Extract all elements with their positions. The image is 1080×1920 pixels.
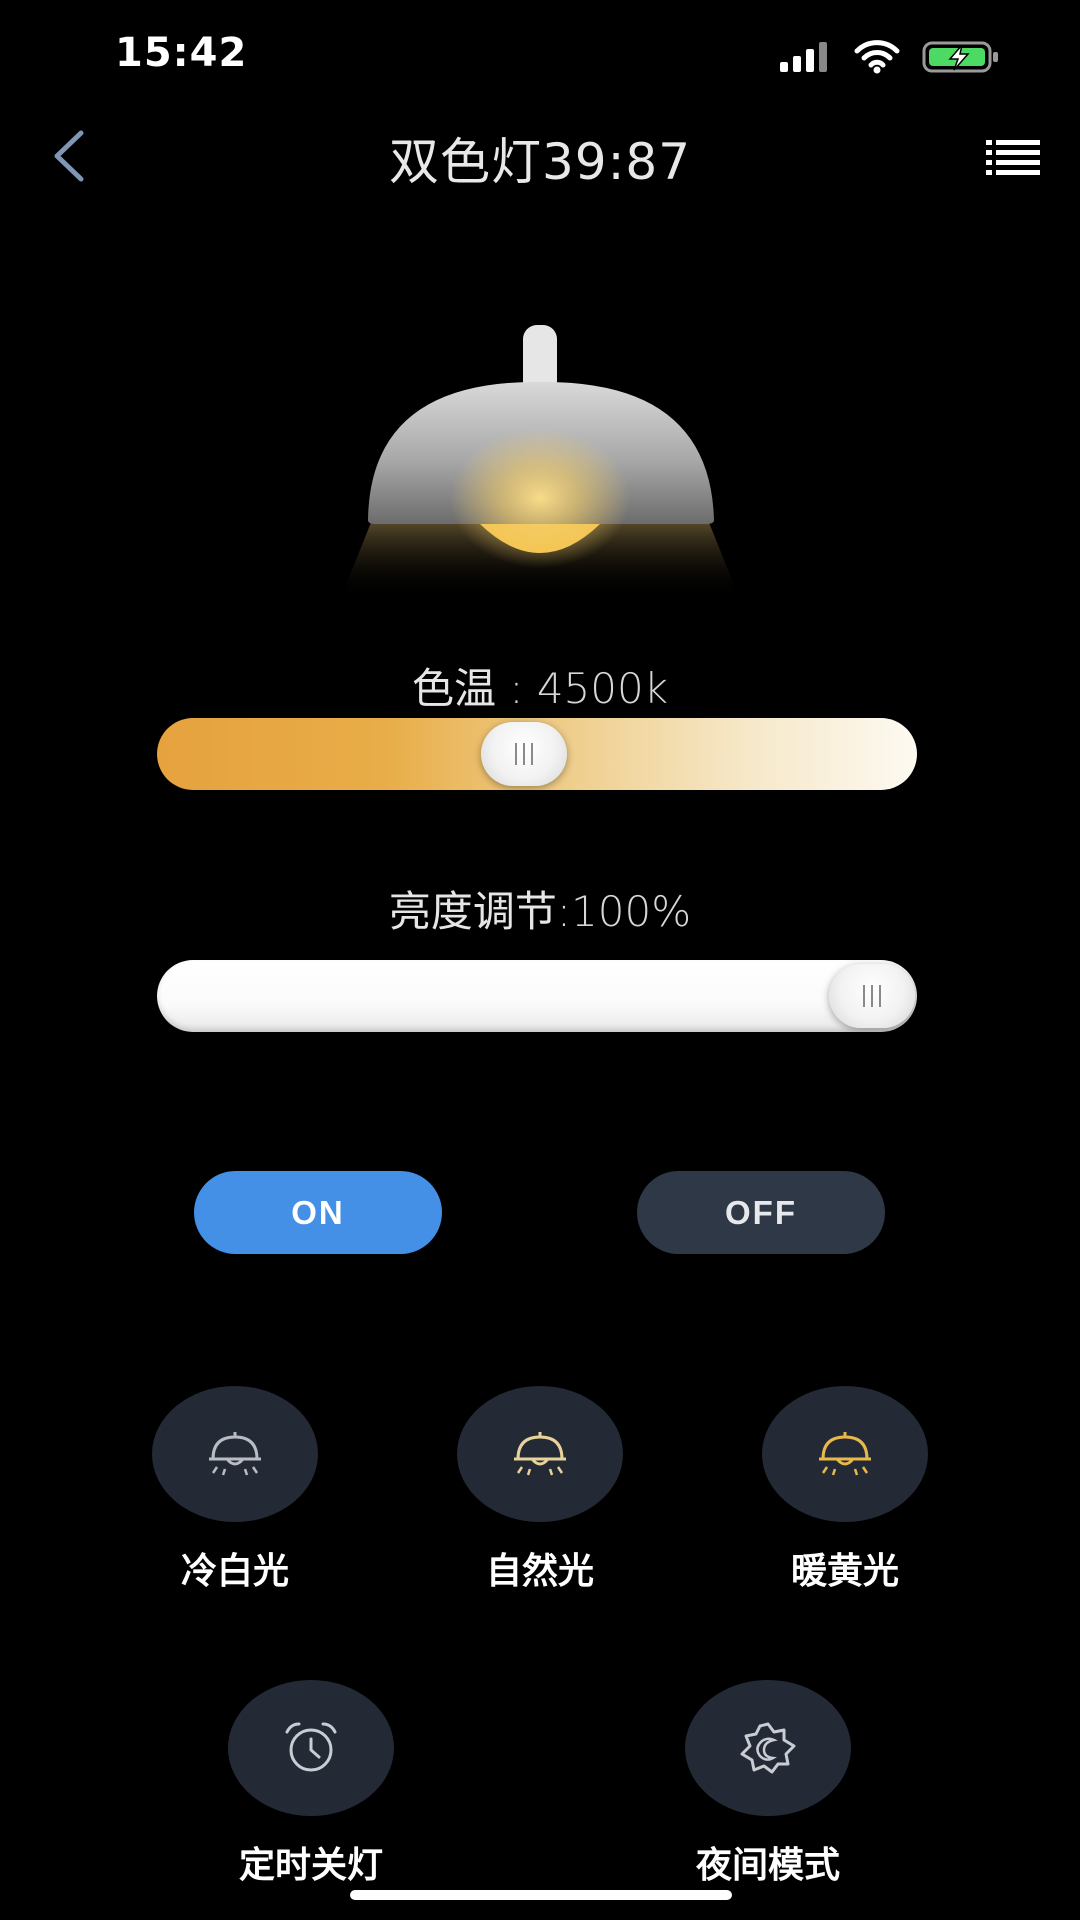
color-temperature-thumb[interactable] [480, 722, 567, 786]
timer-off-circle[interactable] [228, 1680, 394, 1816]
status-icons [780, 40, 1000, 74]
night-mode-label: 夜间模式 [695, 1845, 840, 1886]
brightness-title: 亮度调节 [388, 887, 557, 936]
color-temperature-label: 色温 : 4500k [0, 655, 1080, 716]
off-button[interactable]: OFF [637, 1171, 885, 1254]
grip-icon [514, 743, 533, 765]
home-indicator[interactable] [350, 1890, 732, 1900]
mode-warm-yellow-label: 暖黄光 [790, 1551, 899, 1592]
grip-icon [863, 985, 881, 1007]
mode-cool-white-label: 冷白光 [180, 1551, 289, 1592]
mode-natural-circle[interactable] [457, 1386, 623, 1522]
mode-warm-yellow[interactable]: 暖黄光 [760, 1386, 930, 1594]
lamp-icon [514, 1432, 566, 1476]
mode-cool-white[interactable]: 冷白光 [150, 1386, 320, 1594]
brightness-label: 亮度调节:100% [0, 878, 1080, 939]
brightness-thumb[interactable] [829, 964, 915, 1028]
brightness-value: 100% [571, 887, 692, 936]
night-mode-circle[interactable] [685, 1680, 851, 1816]
brightness-slider[interactable] [157, 960, 917, 1032]
brightness-separator: : [556, 887, 572, 936]
on-button[interactable]: ON [194, 1171, 442, 1254]
mode-natural-label: 自然光 [485, 1551, 594, 1592]
mode-warm-yellow-circle[interactable] [762, 1386, 928, 1522]
wifi-icon [854, 40, 900, 74]
menu-button[interactable] [986, 136, 1042, 176]
page-title: 双色灯39:87 [388, 133, 692, 191]
lamp-icon [819, 1432, 871, 1476]
color-temperature-slider[interactable] [157, 718, 917, 790]
list-menu-icon [986, 140, 1040, 175]
color-temperature-separator: : [495, 664, 537, 713]
mode-cool-white-circle[interactable] [152, 1386, 318, 1522]
timer-off-label: 定时关灯 [238, 1845, 383, 1886]
timer-off[interactable]: 定时关灯 [226, 1680, 396, 1888]
mode-natural[interactable]: 自然光 [455, 1386, 625, 1594]
status-time: 15:42 [115, 30, 248, 76]
signal-icon [780, 42, 827, 72]
night-mode[interactable]: 夜间模式 [683, 1680, 853, 1888]
alarm-clock-icon [285, 1722, 337, 1772]
color-temperature-value: 4500k [536, 664, 669, 713]
lamp-icon [209, 1432, 261, 1476]
night-mode-icon [740, 1722, 796, 1774]
lamp-illustration [340, 325, 740, 600]
battery-charging-icon [922, 41, 998, 73]
color-temperature-title: 色温 [411, 664, 496, 713]
